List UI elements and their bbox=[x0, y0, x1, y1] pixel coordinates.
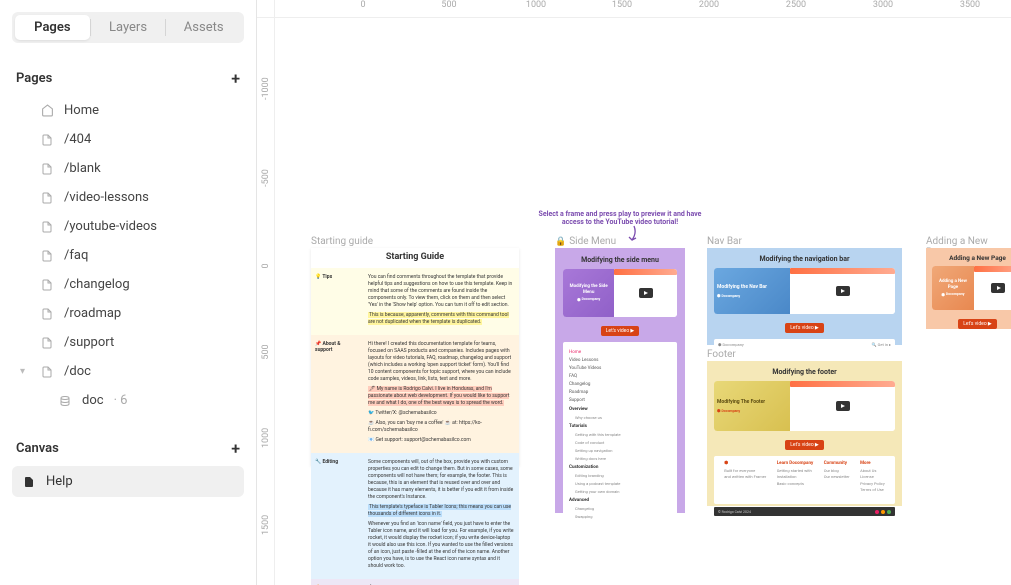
side-video-button[interactable]: Let's video ▶ bbox=[601, 326, 640, 336]
add-title: Adding a New Page bbox=[932, 254, 1011, 262]
callout-arrow-icon bbox=[627, 225, 641, 243]
workspace[interactable]: 0 500 1000 1500 2000 2500 3000 3500 -100… bbox=[257, 0, 1011, 585]
page-label: /youtube-videos bbox=[64, 219, 157, 234]
nav-video-thumb: Modifying the Nav Bar Docompany bbox=[714, 268, 895, 314]
file-icon bbox=[40, 220, 54, 234]
frame-side-menu[interactable]: Modifying the side menu Modifying the Si… bbox=[555, 248, 685, 513]
starting-title: Starting Guide bbox=[311, 248, 519, 268]
frame-footer[interactable]: Modifying the footer Modifying The Foote… bbox=[707, 361, 902, 506]
sidebar: Pages Layers Assets Pages + Home /404 /b… bbox=[0, 0, 257, 585]
footer-title: Modifying the footer bbox=[714, 368, 895, 376]
add-video-thumb: Adding a New Page Docompany bbox=[932, 266, 1011, 310]
page-item-home[interactable]: Home bbox=[12, 96, 244, 125]
side-menu-preview: Home Video Lessons YouTube Videos FAQ Ch… bbox=[563, 342, 677, 526]
frame-adding-page[interactable]: Adding a New Page Adding a New Page Doco… bbox=[926, 248, 1011, 329]
frame-starting-guide[interactable]: Starting Guide 💡 Tips You can find comme… bbox=[311, 248, 519, 466]
add-page-button[interactable]: + bbox=[231, 69, 240, 88]
editing-body: Some components will, out of the box, pr… bbox=[363, 453, 519, 579]
page-item-support[interactable]: /support bbox=[12, 328, 244, 357]
file-icon bbox=[40, 133, 54, 147]
page-item-roadmap[interactable]: /roadmap bbox=[12, 299, 244, 328]
page-list: Home /404 /blank /video-lessons /youtube… bbox=[12, 96, 244, 415]
page-item-youtube-videos[interactable]: /youtube-videos bbox=[12, 212, 244, 241]
file-icon bbox=[40, 249, 54, 263]
frame-label-side[interactable]: 🔒Side Menu bbox=[555, 236, 616, 247]
page-item-changelog[interactable]: /changelog bbox=[12, 270, 244, 299]
page-label: /roadmap bbox=[64, 306, 121, 321]
ruler-horizontal: 0 500 1000 1500 2000 2500 3000 3500 bbox=[275, 0, 1011, 18]
page-label: /404 bbox=[64, 132, 91, 147]
play-icon[interactable] bbox=[991, 283, 1005, 293]
icons-head: 🔶 Icons bbox=[311, 579, 363, 585]
page-item-doc-child[interactable]: doc · 6 bbox=[12, 386, 244, 415]
tab-assets[interactable]: Assets bbox=[166, 15, 241, 40]
pages-section-title: Pages bbox=[16, 71, 52, 86]
side-video-thumb: Modifying the Side Menu Docompany bbox=[563, 269, 677, 317]
page-child-count: · 6 bbox=[114, 393, 128, 408]
editing-head: 🔧 Editing bbox=[311, 453, 363, 579]
frame-label-footer[interactable]: Footer bbox=[707, 349, 736, 360]
page-label: /blank bbox=[64, 161, 101, 176]
canvas-item-label: Help bbox=[46, 474, 73, 489]
file-icon bbox=[40, 307, 54, 321]
nav-title: Modifying the navigation bar bbox=[714, 255, 895, 263]
canvas-section-header: Canvas + bbox=[12, 431, 244, 466]
ruler-vertical: -1000 -500 0 500 1000 1500 bbox=[257, 18, 275, 585]
about-body: Hi there! I created this documentation t… bbox=[363, 335, 519, 453]
callout-text: Select a frame and press play to preview… bbox=[535, 210, 705, 227]
footer-video-thumb: Modifying The Footer Docompany bbox=[714, 381, 895, 431]
page-label: /support bbox=[64, 335, 114, 350]
stack-icon bbox=[58, 394, 72, 408]
chevron-down-icon[interactable]: ▾ bbox=[20, 366, 30, 377]
page-label: /video-lessons bbox=[64, 190, 149, 205]
page-child-label: doc bbox=[82, 393, 104, 408]
page-label: /doc bbox=[64, 364, 91, 379]
canvas-area[interactable]: Select a frame and press play to preview… bbox=[275, 18, 1011, 585]
file-icon bbox=[40, 162, 54, 176]
panel-tabs: Pages Layers Assets bbox=[12, 12, 244, 43]
page-label: /changelog bbox=[64, 277, 130, 292]
ruler-corner bbox=[257, 0, 275, 18]
home-icon bbox=[40, 104, 54, 118]
page-item-doc[interactable]: ▾ /doc bbox=[12, 357, 244, 386]
file-icon bbox=[40, 336, 54, 350]
page-item-faq[interactable]: /faq bbox=[12, 241, 244, 270]
canvas-item-help[interactable]: Help bbox=[12, 466, 244, 497]
tips-body: You can find comments throughout the tem… bbox=[363, 268, 519, 335]
icons-body: If the icon name you entered is not avai… bbox=[363, 579, 519, 585]
tips-head: 💡 Tips bbox=[311, 268, 363, 335]
page-label: /faq bbox=[64, 248, 88, 263]
nav-video-button[interactable]: Let's video ▶ bbox=[785, 323, 824, 333]
frame-label-nav[interactable]: Nav Bar bbox=[707, 236, 742, 247]
add-video-button[interactable]: Let's video ▶ bbox=[958, 319, 997, 329]
footer-video-button[interactable]: Let's video ▶ bbox=[785, 440, 824, 450]
play-icon[interactable] bbox=[836, 286, 850, 296]
tab-layers[interactable]: Layers bbox=[91, 15, 166, 40]
page-label: Home bbox=[64, 103, 99, 118]
page-item-video-lessons[interactable]: /video-lessons bbox=[12, 183, 244, 212]
frame-nav-bar[interactable]: Modifying the navigation bar Modifying t… bbox=[707, 248, 902, 345]
tab-pages[interactable]: Pages bbox=[15, 15, 90, 40]
about-head: 📌 About & support bbox=[311, 335, 363, 453]
file-icon bbox=[40, 365, 54, 379]
play-icon[interactable] bbox=[836, 401, 850, 411]
pages-section-header: Pages + bbox=[12, 61, 244, 96]
canvas-section-title: Canvas bbox=[16, 441, 59, 456]
footer-bar-preview: © Rodrigo Calvi 2024 bbox=[714, 507, 895, 516]
file-icon bbox=[40, 191, 54, 205]
frame-label-starting[interactable]: Starting guide bbox=[311, 236, 373, 247]
file-icon bbox=[40, 278, 54, 292]
file-filled-icon bbox=[22, 475, 36, 489]
side-title: Modifying the side menu bbox=[563, 256, 677, 264]
play-icon[interactable] bbox=[639, 288, 653, 298]
add-canvas-button[interactable]: + bbox=[231, 439, 240, 458]
lock-icon: 🔒 bbox=[555, 237, 566, 247]
nav-strip-preview: ⬢ Docompany 🔍 Get in ▸ bbox=[714, 339, 895, 349]
page-item-blank[interactable]: /blank bbox=[12, 154, 244, 183]
footer-grid-preview: ⬢ Built for everyone and written with Fr… bbox=[714, 456, 895, 504]
page-item-404[interactable]: /404 bbox=[12, 125, 244, 154]
